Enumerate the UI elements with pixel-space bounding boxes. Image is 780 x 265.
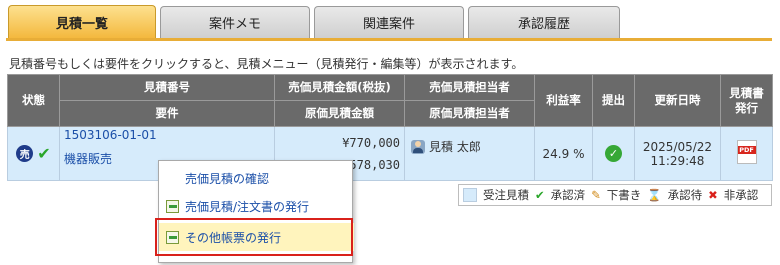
estimate-table: 状態 見積番号 売価見積金額(税抜) 売価見積担当者 利益率 提出 更新日時 見…	[7, 74, 773, 181]
highlight-frame	[155, 218, 353, 256]
instruction-text: 見積番号もしくは要件をクリックすると、見積メニュー（見積発行・編集等）が表示され…	[9, 57, 524, 71]
pdf-icon-label: PDF	[739, 146, 754, 154]
menu-item-issue-estimate-order[interactable]: 売価見積/注文書の発行	[159, 192, 354, 220]
sales-badge-icon: 売	[16, 145, 34, 162]
submitted-check-icon: ✓	[605, 145, 622, 162]
tab-bar: 見積一覧 案件メモ 関連案件 承認履歴	[0, 0, 780, 41]
cross-icon: ✖	[708, 188, 718, 202]
header-issue: 見積書 発行	[720, 74, 773, 127]
tab-approval-history[interactable]: 承認履歴	[468, 6, 620, 38]
legend-ordered: 受注見積	[483, 188, 529, 202]
menu-item-confirm-estimate[interactable]: 売価見積の確認	[159, 164, 354, 192]
person-icon	[411, 139, 425, 154]
header-issue-line1: 見積書	[729, 86, 764, 101]
header-submit: 提出	[592, 74, 635, 127]
header-sales-amount: 売価見積金額(税抜)	[274, 74, 405, 101]
submit-cell: ✓	[592, 126, 635, 181]
table-row: 売 ✔ 1503106-01-01 機器販売 ¥770,000 ¥578,030…	[7, 126, 773, 181]
header-sales-person: 売価見積担当者	[404, 74, 535, 101]
updated-cell: 2025/05/22 11:29:48	[634, 126, 721, 181]
legend-draft: 下書き	[606, 188, 642, 202]
margin-value: 24.9 %	[534, 126, 593, 181]
pencil-icon: ✎	[591, 188, 601, 202]
status-cell: 売 ✔	[7, 126, 60, 181]
hourglass-icon: ⌛	[647, 188, 662, 202]
sales-person-name: 見積 太郎	[429, 140, 481, 154]
menu-item-label: 売価見積/注文書の発行	[185, 199, 310, 214]
ordered-swatch	[463, 188, 477, 202]
header-cost-person: 原価見積担当者	[404, 100, 535, 127]
menu-item-label: 売価見積の確認	[185, 171, 270, 186]
header-margin: 利益率	[534, 74, 593, 127]
updated-date: 2025/05/22	[642, 139, 713, 154]
issue-cell: PDF	[720, 126, 773, 181]
sales-amount: ¥770,000	[342, 135, 400, 150]
approved-check-icon: ✔	[535, 188, 545, 202]
legend-rejected: 非承認	[723, 188, 759, 202]
header-issue-line2: 発行	[735, 100, 758, 115]
person-cell: 見積 太郎	[404, 126, 535, 181]
legend-approved: 承認済	[550, 188, 586, 202]
tab-underline	[6, 38, 772, 41]
estimate-number-link[interactable]: 1503106-01-01	[60, 128, 274, 142]
tab-case-memo[interactable]: 案件メモ	[160, 6, 310, 38]
approved-check-icon: ✔	[37, 144, 51, 163]
legend-pending: 承認待	[667, 188, 703, 202]
pdf-icon[interactable]: PDF	[736, 140, 757, 164]
header-cost-amount: 原価見積金額	[274, 100, 405, 127]
header-requirement: 要件	[59, 100, 275, 127]
status-legend: 受注見積 ✔ 承認済 ✎ 下書き ⌛ 承認待 ✖ 非承認	[458, 184, 772, 206]
header-updated: 更新日時	[634, 74, 721, 127]
header-status: 状態	[7, 74, 60, 127]
tab-related-cases[interactable]: 関連案件	[314, 6, 464, 38]
tab-estimate-list[interactable]: 見積一覧	[8, 5, 156, 39]
document-icon	[165, 199, 179, 213]
updated-time: 11:29:48	[650, 153, 705, 168]
header-estimate-no: 見積番号	[59, 74, 275, 101]
